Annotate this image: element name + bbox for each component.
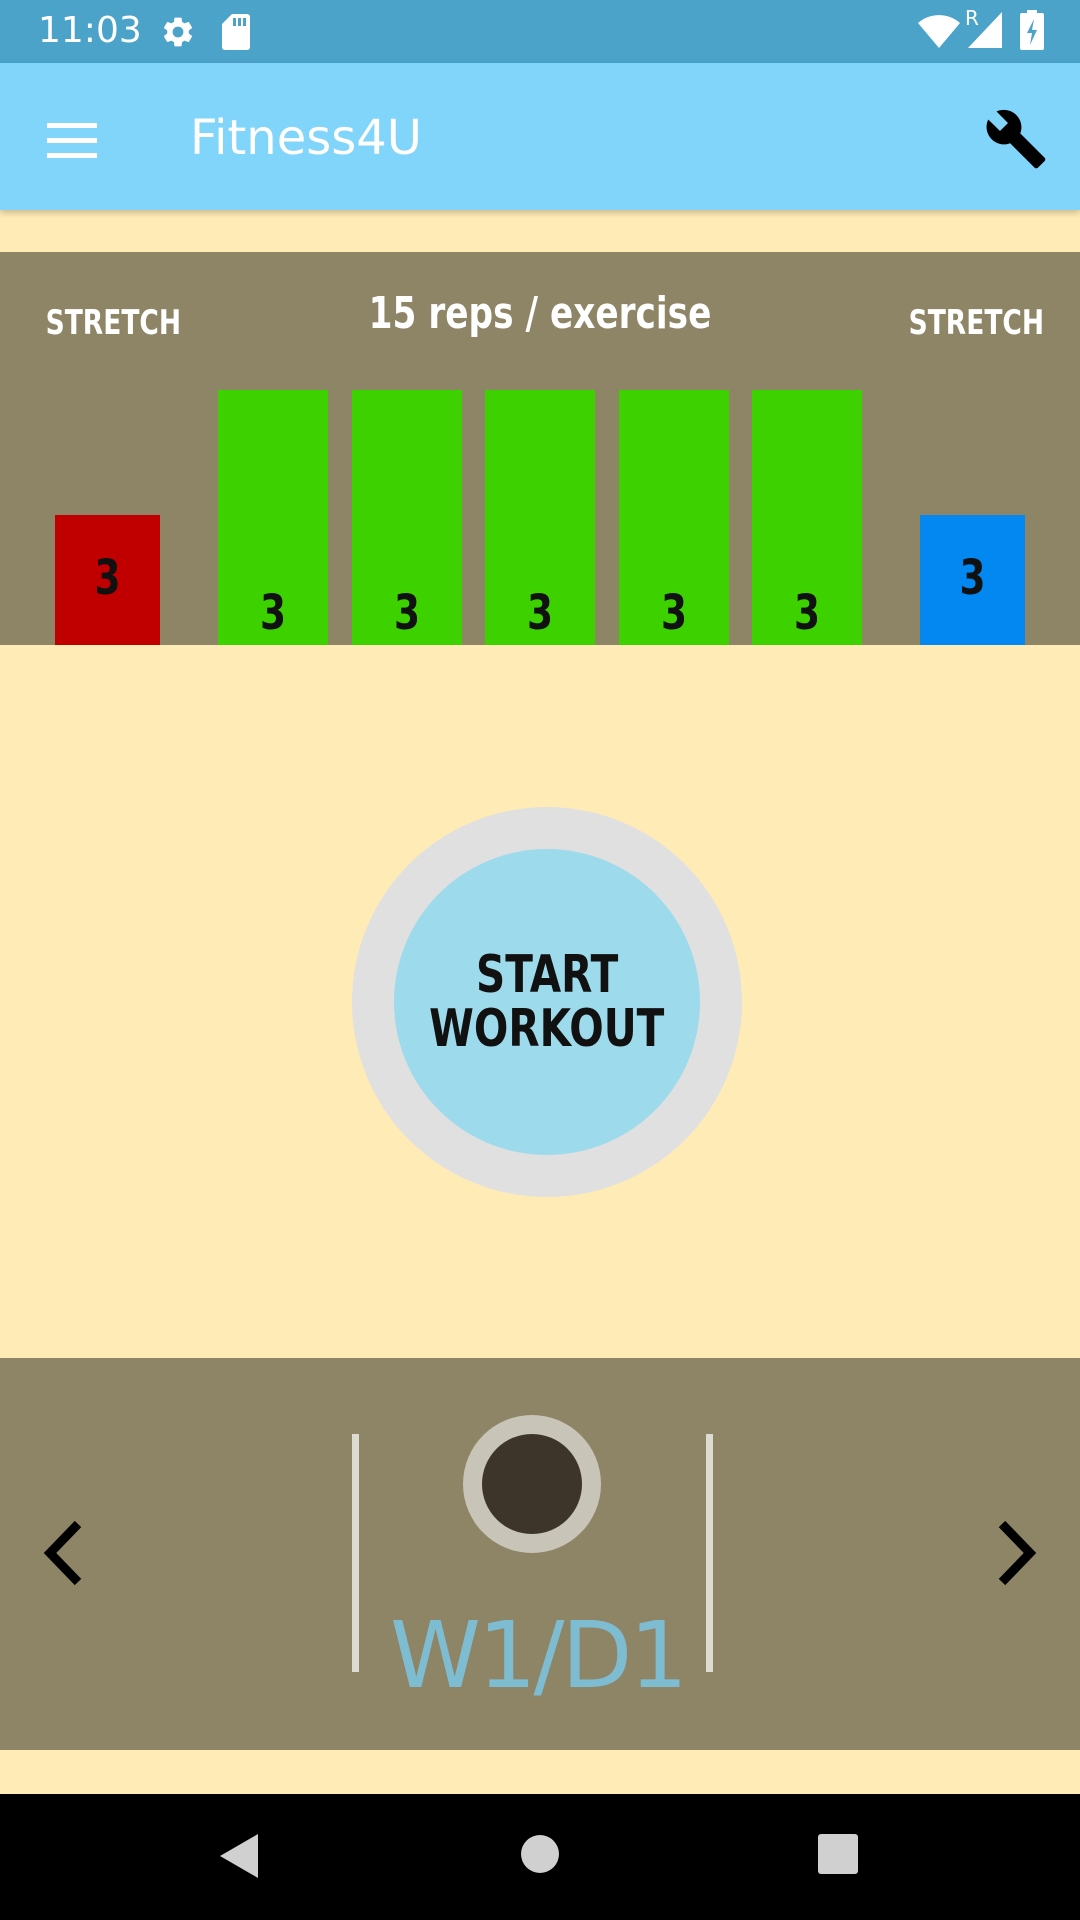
wrench-icon[interactable] [984,107,1048,171]
day-indicator-dot [482,1434,582,1534]
exercise-set-count: 3 [393,585,420,641]
exercise-bar: 3 [485,390,595,645]
cooldown-stretch-bar: 3 [920,515,1025,645]
warmup-stretch-bar: 3 [55,515,160,645]
stretch-end-label: STRETCH [908,303,1045,343]
gear-icon [163,17,193,47]
chevron-left-icon[interactable] [40,1518,90,1588]
exercise-set-count: 3 [793,585,821,641]
divider-left [352,1434,359,1672]
exercise-bar: 3 [218,390,328,645]
app-title: Fitness4U [190,110,422,166]
exercise-bar: 3 [351,390,462,645]
recents-square-icon[interactable] [818,1834,858,1874]
status-bar: 11:03 R [0,0,1080,63]
reps-label: 15 reps / exercise [368,288,712,339]
divider-right [706,1434,713,1672]
home-circle-icon[interactable] [520,1834,560,1874]
sd-card-icon [222,14,250,50]
warmup-set-count: 3 [94,550,121,606]
menu-icon[interactable] [47,121,99,159]
exercise-bar: 3 [618,390,729,645]
exercise-set-count: 3 [526,585,554,641]
chevron-right-icon[interactable] [990,1518,1040,1588]
app-bar: Fitness4U [0,63,1080,210]
status-time: 11:03 [38,10,142,51]
wifi-icon [918,15,960,48]
battery-charging-icon [1020,10,1044,50]
exercise-bar: 3 [752,390,862,645]
start-workout-button[interactable]: START WORKOUT [394,849,700,1155]
cooldown-set-count: 3 [959,550,986,606]
week-day-label: W1/D1 [390,1602,688,1709]
start-button-line1: START [475,945,619,1005]
navigation-bar [0,1794,1080,1920]
back-triangle-icon[interactable] [218,1832,260,1880]
start-button-line2: WORKOUT [429,999,665,1059]
exercise-set-count: 3 [259,585,287,641]
cell-signal-icon [968,12,1002,48]
stretch-start-label: STRETCH [45,303,182,343]
exercise-set-count: 3 [660,585,687,641]
